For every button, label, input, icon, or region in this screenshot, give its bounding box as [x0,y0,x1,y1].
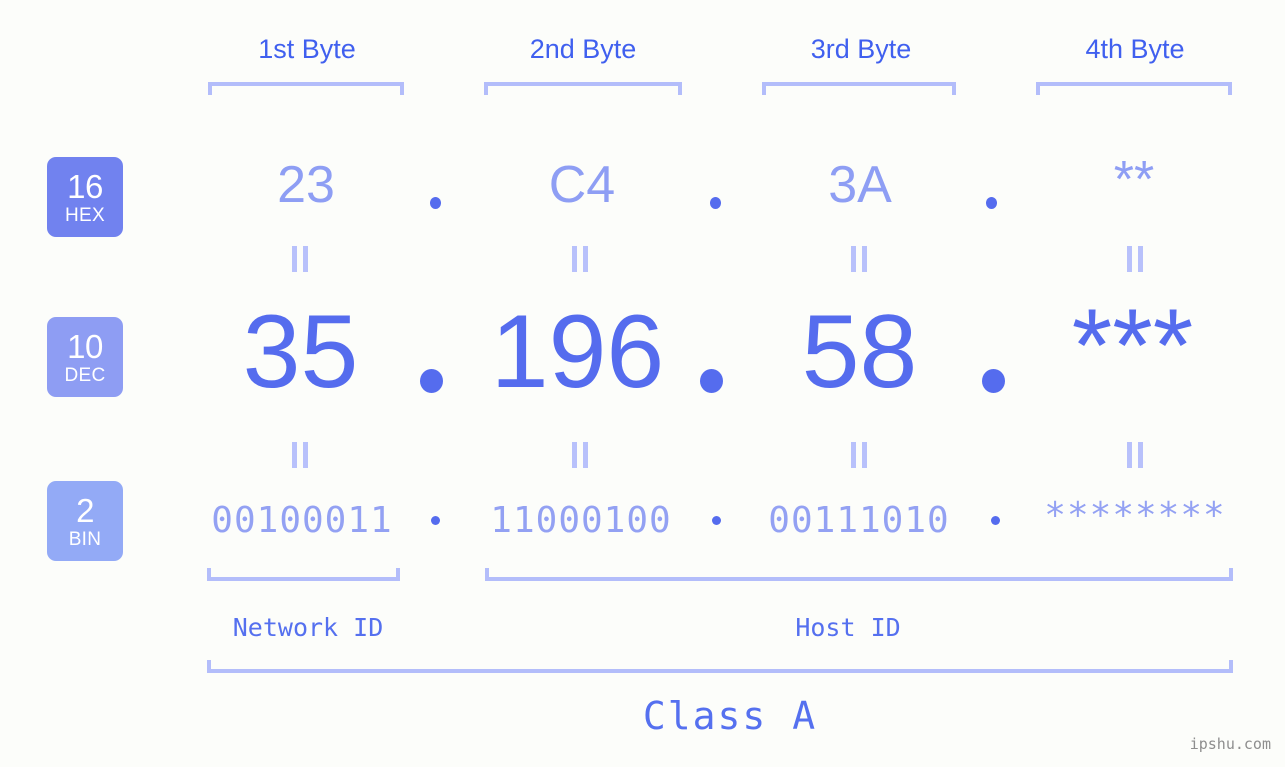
byte-bracket-top-4 [1036,82,1232,95]
byte-header-3: 3rd Byte [810,34,912,64]
radix-badge-dec: 10 DEC [47,317,123,397]
hex-byte-2: C4 [548,156,616,214]
radix-badge-bin: 2 BIN [47,481,123,561]
dec-separator-dot-1 [420,369,443,393]
ip-class-bracket [207,660,1233,673]
dec-separator-dot-2 [700,369,723,393]
radix-badge-bin-number: 2 [76,491,94,529]
equals-mark-decbin-4 [1127,442,1144,468]
radix-badge-dec-number: 10 [67,327,103,365]
byte-bracket-top-3 [762,82,956,95]
dec-byte-1: 35 [242,294,359,410]
equals-mark-hexdec-4 [1127,246,1144,272]
hex-separator-dot-2 [710,197,721,209]
equals-mark-hexdec-3 [851,246,868,272]
bin-separator-dot-1 [431,516,440,525]
radix-badge-hex: 16 HEX [47,157,123,237]
hex-byte-4: ** [1113,151,1155,209]
equals-mark-decbin-2 [572,442,589,468]
byte-bracket-top-2 [484,82,682,95]
bin-byte-1: 00100011 [211,500,393,541]
hex-byte-1: 23 [277,156,335,214]
radix-badge-bin-name: BIN [68,528,102,550]
host-id-bracket [485,568,1233,581]
hex-byte-3: 3A [828,156,892,214]
radix-badge-hex-number: 16 [67,167,103,205]
byte-header-4: 4th Byte [1085,34,1185,64]
dec-byte-4: *** [1071,288,1194,404]
hex-separator-dot-3 [986,197,997,209]
host-id-label: Host ID [795,613,901,642]
bin-byte-2: 11000100 [490,500,672,541]
site-watermark: ipshu.com [1189,735,1271,753]
hex-separator-dot-1 [430,197,441,209]
bin-byte-3: 00111010 [768,500,950,541]
bin-separator-dot-3 [991,516,1000,525]
radix-badge-dec-name: DEC [64,364,106,386]
byte-header-1: 1st Byte [258,34,356,64]
ip-byte-breakdown-diagram: 1st Byte 2nd Byte 3rd Byte 4th Byte 16 H… [0,0,1285,767]
ip-class-label: Class A [642,694,818,738]
equals-mark-hexdec-2 [572,246,589,272]
dec-byte-3: 58 [801,294,918,410]
dec-byte-2: 196 [490,294,665,410]
equals-mark-decbin-3 [851,442,868,468]
equals-mark-hexdec-1 [292,246,309,272]
bin-byte-4: ******** [1044,495,1226,536]
byte-header-2: 2nd Byte [529,34,637,64]
bin-separator-dot-2 [712,516,721,525]
equals-mark-decbin-1 [292,442,309,468]
network-id-label: Network ID [232,613,384,642]
dec-separator-dot-3 [982,369,1005,393]
byte-bracket-top-1 [208,82,404,95]
radix-badge-hex-name: HEX [65,204,105,226]
network-id-bracket [207,568,400,581]
